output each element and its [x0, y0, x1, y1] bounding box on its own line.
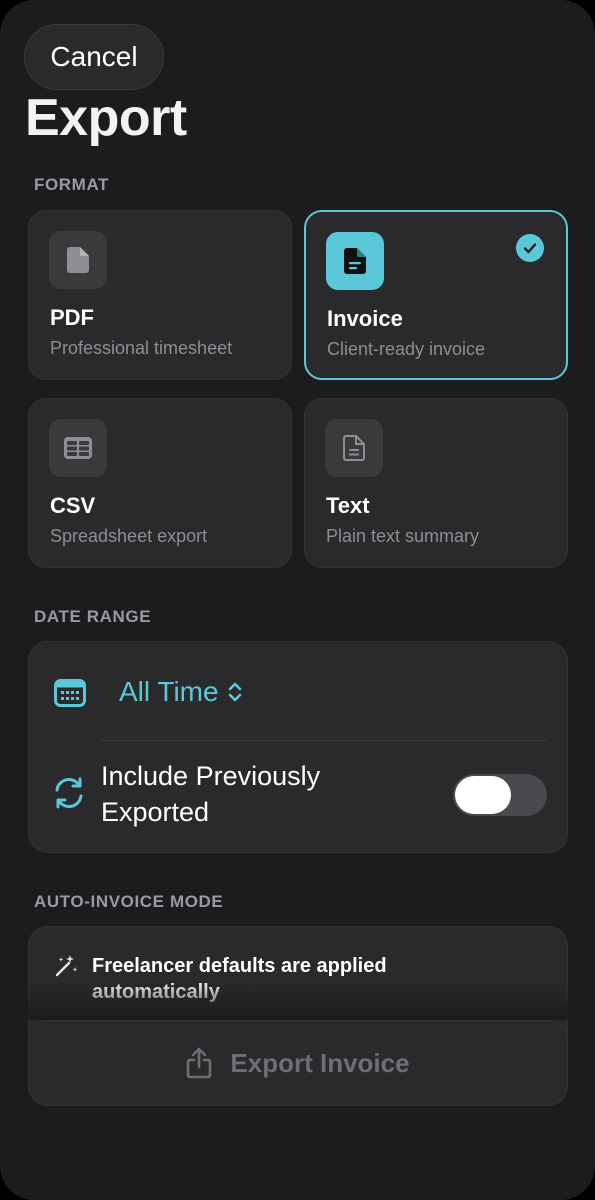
table-icon — [64, 437, 92, 459]
magic-wand-icon — [55, 955, 78, 977]
format-name: Invoice — [327, 306, 403, 331]
text-document-icon — [343, 435, 365, 461]
export-invoice-label: Export Invoice — [230, 1047, 410, 1078]
format-card-text[interactable]: Text Plain text summary — [304, 398, 568, 568]
format-icon-box — [326, 232, 384, 290]
document-icon — [67, 247, 89, 273]
format-icon-box — [49, 231, 107, 289]
format-description: Client-ready invoice — [327, 339, 486, 359]
format-name: Text — [326, 493, 370, 518]
format-description: Professional timesheet — [50, 338, 233, 358]
selected-check-icon — [516, 234, 544, 262]
format-card-invoice[interactable]: Invoice Client-ready invoice — [304, 210, 568, 380]
date-range-panel: All Time Include Previously Exported — [28, 641, 568, 853]
refresh-icon — [55, 777, 83, 809]
format-name: CSV — [50, 493, 96, 518]
cancel-button[interactable]: Cancel — [24, 24, 164, 90]
format-description: Spreadsheet export — [50, 526, 208, 546]
export-invoice-button[interactable]: Export Invoice — [28, 1020, 568, 1106]
divider — [99, 740, 547, 741]
toggle-knob — [455, 776, 511, 814]
calendar-icon — [54, 679, 86, 707]
share-icon — [187, 1047, 212, 1079]
date-range-value: All Time — [119, 676, 219, 707]
format-icon-box — [325, 419, 383, 477]
chevron-up-down-icon — [228, 682, 241, 702]
section-date-range-label: DATE RANGE — [34, 607, 152, 626]
date-range-picker[interactable]: All Time — [119, 676, 243, 708]
section-auto-invoice-label: AUTO-INVOICE MODE — [34, 892, 224, 911]
format-name: PDF — [50, 305, 94, 330]
section-format-label: FORMAT — [34, 175, 110, 194]
format-description: Plain text summary — [326, 526, 480, 546]
include-previously-exported-label: Include Previously Exported — [101, 761, 321, 827]
format-card-csv[interactable]: CSV Spreadsheet export — [28, 398, 292, 568]
include-previously-exported-toggle[interactable] — [453, 774, 547, 816]
export-sheet: Cancel Export FORMAT PDF Professional ti… — [0, 0, 595, 1200]
page-title: Export — [25, 89, 187, 147]
scroll-fade — [0, 980, 595, 1020]
format-icon-box — [49, 419, 107, 477]
format-card-pdf[interactable]: PDF Professional timesheet — [28, 210, 292, 380]
invoice-icon — [344, 248, 366, 274]
